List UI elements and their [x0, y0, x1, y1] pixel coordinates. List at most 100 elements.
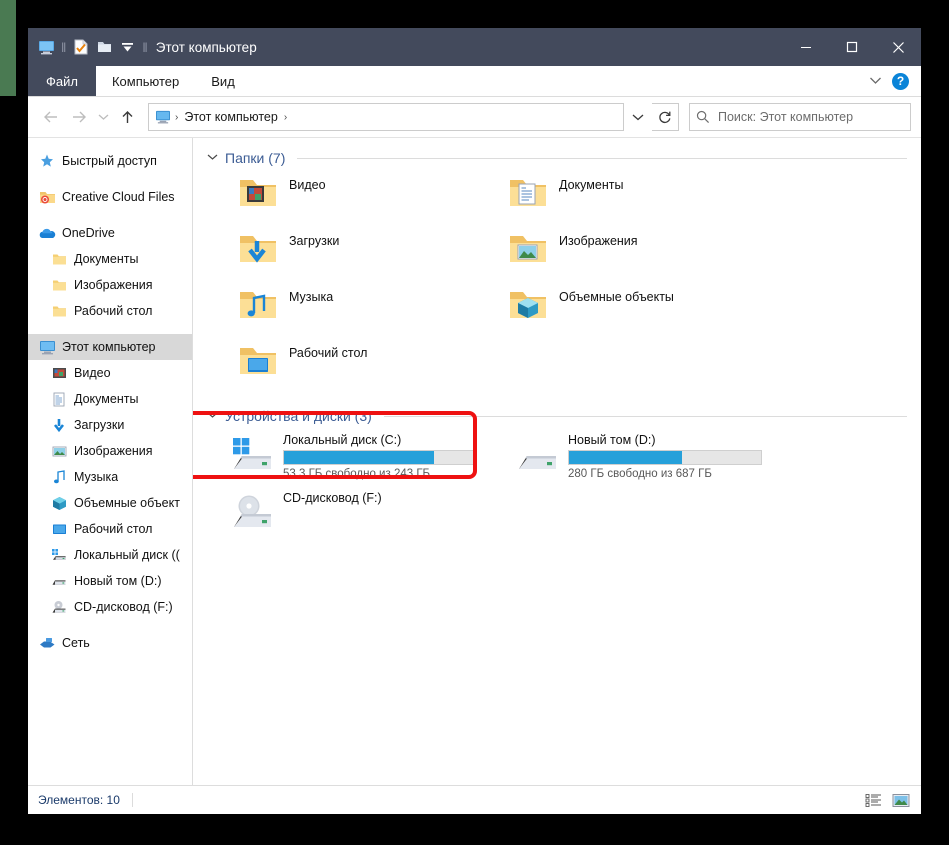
folder-tile-3d-objects[interactable]: Объемные объекты [477, 284, 747, 340]
sidebar-item-label: Объемные объект [74, 496, 180, 510]
sidebar-item-label: CD-дисковод (F:) [74, 600, 173, 614]
sidebar-item-quick-access[interactable]: Быстрый доступ [28, 148, 192, 174]
search-box[interactable]: Поиск: Этот компьютер [689, 103, 911, 131]
sidebar-item-label: Этот компьютер [62, 340, 155, 354]
expand-ribbon-chevron-icon[interactable] [869, 72, 882, 90]
details-view-icon[interactable] [863, 790, 883, 810]
drive-usage-bar [568, 450, 762, 465]
tab-file[interactable]: Файл [28, 66, 96, 96]
recent-locations-chevron-icon[interactable] [94, 104, 112, 130]
minimize-button[interactable] [783, 28, 829, 66]
folder-tile-label: Музыка [289, 290, 333, 304]
folder-tile-music[interactable]: Музыка [207, 284, 477, 340]
folder-tile-pictures[interactable]: Изображения [477, 228, 747, 284]
qat-separator-2: ‖ [140, 41, 149, 54]
music-folder-icon [237, 284, 279, 326]
folder-icon [50, 276, 68, 294]
sidebar-item-network[interactable]: Сеть [28, 630, 192, 656]
sidebar-item-cd-drive-f[interactable]: CD-дисковод (F:) [28, 594, 192, 620]
sidebar-item-new-volume-d[interactable]: Новый том (D:) [28, 568, 192, 594]
folder-tile-label: Изображения [559, 234, 638, 248]
sidebar-item-label: Загрузки [74, 418, 124, 432]
folder-icon [50, 302, 68, 320]
folders-collapse-chevron-icon[interactable] [207, 153, 219, 164]
help-icon[interactable]: ? [892, 73, 909, 90]
network-icon [38, 634, 56, 652]
breadcrumb-item-this-pc[interactable]: Этот компьютер [182, 110, 279, 124]
sidebar-item-this-pc[interactable]: Этот компьютер [28, 334, 192, 360]
folder-tile-downloads[interactable]: Загрузки [207, 228, 477, 284]
large-icons-view-icon[interactable] [891, 790, 911, 810]
folders-section-header[interactable]: Папки (7) [207, 150, 921, 166]
drive-tile-new-volume-d[interactable]: Новый том (D:) 280 ГБ свободно из 687 ГБ [492, 432, 777, 490]
search-input[interactable]: Поиск: Этот компьютер [718, 110, 853, 124]
maximize-button[interactable] [829, 28, 875, 66]
sidebar-item-label: Рабочий стол [74, 304, 152, 318]
folder-tile-desktop[interactable]: Рабочий стол [207, 340, 477, 396]
sidebar-item-documents[interactable]: Документы [28, 386, 192, 412]
back-button[interactable] [38, 104, 64, 130]
tab-view[interactable]: Вид [195, 66, 251, 96]
videos-folder-icon [50, 364, 68, 382]
explorer-body: Быстрый доступ Creative Cloud Files [28, 137, 921, 785]
sidebar-item-onedrive-pictures[interactable]: Изображения [28, 272, 192, 298]
drives-collapse-chevron-icon[interactable] [207, 411, 219, 422]
sidebar-item-local-disk-c[interactable]: Локальный диск (( [28, 542, 192, 568]
quick-access-toolbar: ‖ [28, 37, 150, 57]
folder-tile-label: Документы [559, 178, 623, 192]
folder-icon [50, 250, 68, 268]
ribbon-tab-bar: Файл Компьютер Вид ? [28, 66, 921, 97]
breadcrumb[interactable]: › Этот компьютер › [148, 103, 624, 131]
address-bar: › Этот компьютер › Поиск: Этот компь [28, 97, 921, 137]
forward-button[interactable] [66, 104, 92, 130]
navigation-pane[interactable]: Быстрый доступ Creative Cloud Files [28, 138, 193, 785]
qat-separator-1: ‖ [59, 41, 68, 54]
sidebar-item-creative-cloud-files[interactable]: Creative Cloud Files [28, 184, 192, 210]
drive-icon [50, 572, 68, 590]
sidebar-item-label: Изображения [74, 444, 153, 458]
drive-name: Локальный диск (C:) [283, 433, 477, 447]
onedrive-cloud-icon [38, 224, 56, 242]
videos-folder-icon [237, 172, 279, 214]
up-button[interactable] [114, 104, 140, 130]
new-folder-icon[interactable] [94, 37, 114, 57]
drive-info: Локальный диск (C:) 53,3 ГБ свободно из … [283, 432, 477, 480]
properties-icon[interactable] [71, 37, 91, 57]
breadcrumb-separator-0: › [175, 112, 178, 123]
status-separator [132, 793, 133, 807]
customize-chevron-icon[interactable] [117, 37, 137, 57]
sidebar-item-onedrive[interactable]: OneDrive [28, 220, 192, 246]
sidebar-item-videos[interactable]: Видео [28, 360, 192, 386]
folder-tile-label: Рабочий стол [289, 346, 367, 360]
address-dropdown-chevron-icon[interactable] [626, 104, 650, 130]
sidebar-item-label: Музыка [74, 470, 118, 484]
drives-section-header[interactable]: Устройства и диски (3) [207, 408, 921, 424]
drive-usage-bar [283, 450, 477, 465]
close-button[interactable] [875, 28, 921, 66]
content-pane[interactable]: Папки (7) [193, 138, 921, 785]
drive-usage-fill [284, 451, 434, 464]
windows-drive-icon [229, 436, 275, 478]
sidebar-item-desktop[interactable]: Рабочий стол [28, 516, 192, 542]
drive-tile-local-disk-c[interactable]: Локальный диск (C:) 53,3 ГБ свободно из … [207, 432, 492, 490]
sidebar-item-downloads[interactable]: Загрузки [28, 412, 192, 438]
this-pc-icon[interactable] [36, 37, 56, 57]
refresh-button[interactable] [652, 103, 679, 131]
sidebar-item-music[interactable]: Музыка [28, 464, 192, 490]
documents-folder-icon [507, 172, 549, 214]
drive-tile-cd-drive-f[interactable]: CD-дисковод (F:) [207, 490, 492, 548]
drives-section-title: Устройства и диски (3) [225, 408, 372, 424]
item-count-label: Элементов: 10 [38, 793, 120, 807]
breadcrumb-separator-1[interactable]: › [284, 112, 287, 123]
pictures-folder-icon [507, 228, 549, 270]
documents-folder-icon [50, 390, 68, 408]
sidebar-item-onedrive-desktop[interactable]: Рабочий стол [28, 298, 192, 324]
folder-tile-videos[interactable]: Видео [207, 172, 477, 228]
tab-computer[interactable]: Компьютер [96, 66, 195, 96]
sidebar-item-onedrive-documents[interactable]: Документы [28, 246, 192, 272]
folder-tile-documents[interactable]: Документы [477, 172, 747, 228]
drive-info: Новый том (D:) 280 ГБ свободно из 687 ГБ [568, 432, 762, 480]
sidebar-item-3d-objects[interactable]: Объемные объект [28, 490, 192, 516]
sidebar-item-pictures[interactable]: Изображения [28, 438, 192, 464]
3d-objects-folder-icon [50, 494, 68, 512]
